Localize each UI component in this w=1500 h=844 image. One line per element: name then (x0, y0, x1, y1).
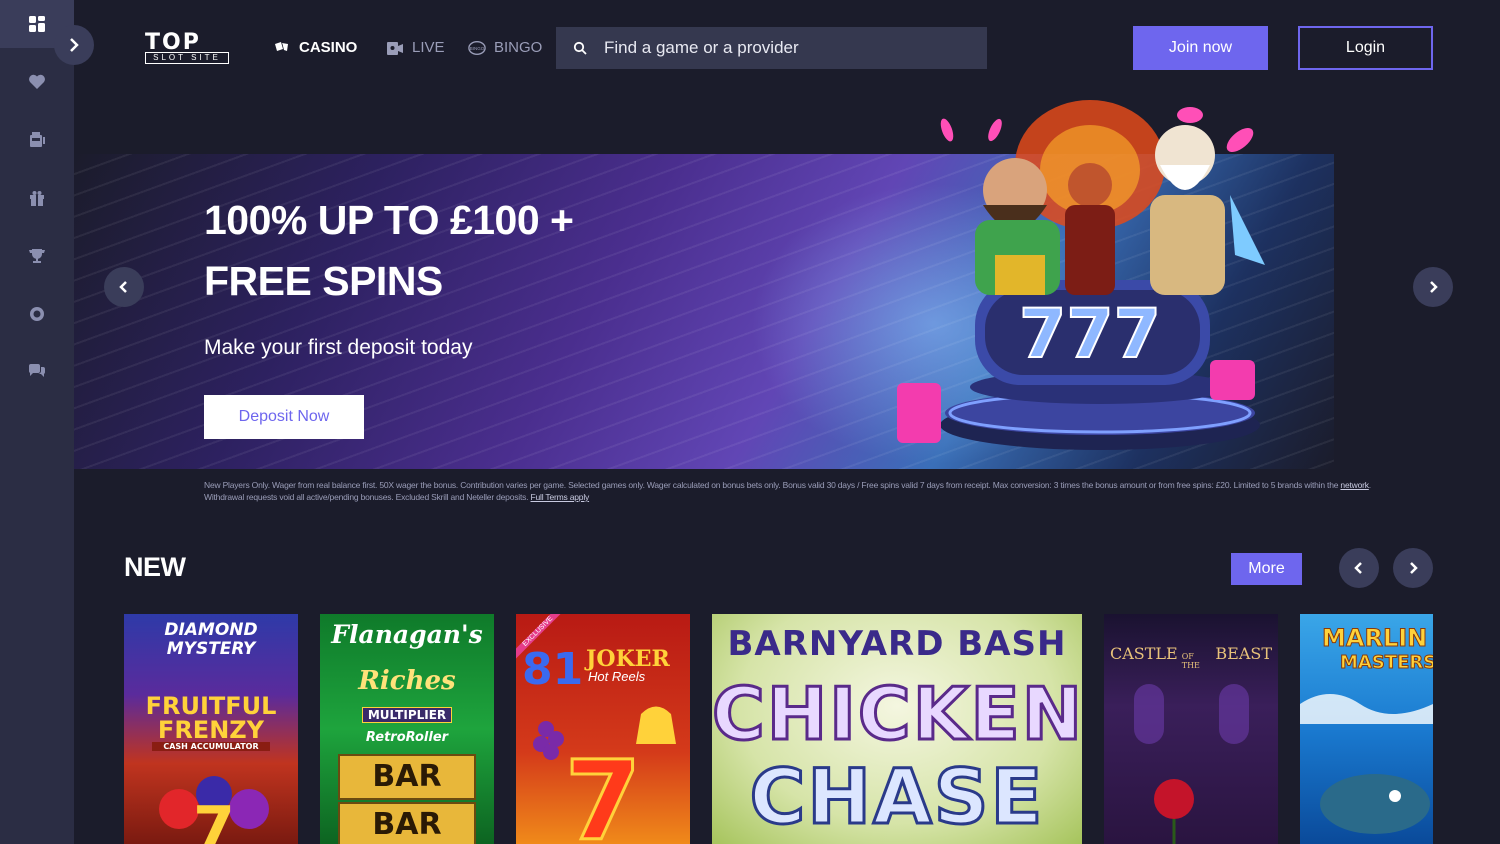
game-tile-castle-of-the-beast[interactable]: CASTLE OF THE BEAST (1104, 614, 1278, 844)
new-next-button[interactable] (1393, 548, 1433, 588)
grid-icon (29, 16, 45, 32)
chevron-left-icon (119, 281, 127, 293)
marlin-icon (1300, 694, 1433, 834)
chat-icon (28, 364, 46, 377)
game-title-line2: OF THE (1181, 652, 1200, 670)
search-icon (573, 41, 587, 55)
game-title-line3: CHASE (748, 751, 1045, 843)
nav-bingo-label: BINGO (494, 39, 543, 56)
game-title-line2: MYSTERY (166, 639, 256, 659)
sidebar-item-promotions[interactable] (0, 174, 74, 222)
nav-casino[interactable]: CASINO (273, 39, 357, 56)
join-now-button[interactable]: Join now (1133, 26, 1268, 70)
nav-live-label: LIVE (412, 39, 445, 56)
game-tile-81-joker-hot-reels[interactable]: EXCLUSIVE 81 JOKER Hot Reels 7 (516, 614, 690, 844)
svg-text:BINGO: BINGO (470, 45, 485, 50)
chevron-right-icon (1410, 562, 1418, 574)
game-title-line2: MASTERS (1340, 652, 1434, 674)
game-title-line1: 81 (522, 644, 584, 695)
svg-text:777: 777 (1019, 295, 1161, 374)
sidebar (0, 0, 74, 844)
new-prev-button[interactable] (1339, 548, 1379, 588)
slot-symbols-icon: 7 (533, 706, 676, 844)
game-title-line3: MULTIPLIER (362, 707, 452, 723)
game-title-line4: RetroRoller (365, 730, 449, 745)
sidebar-item-chat[interactable] (0, 348, 74, 396)
svg-text:7: 7 (565, 737, 642, 844)
chevron-right-icon (1430, 281, 1438, 293)
svg-text:7: 7 (193, 794, 235, 844)
more-button[interactable]: More (1231, 553, 1302, 585)
terms-text: New Players Only. Wager from real balanc… (204, 479, 1384, 503)
game-title-line5: BAR (338, 754, 476, 800)
logo-top-text: TOP (145, 30, 201, 55)
fruit-icon: 7 (159, 776, 269, 844)
cards-icon (275, 41, 288, 51)
game-title-line1: MARLIN (1322, 624, 1428, 653)
sidebar-item-favourites[interactable] (0, 58, 74, 106)
game-title-line1: CASTLE (1110, 644, 1178, 663)
terms-network-link[interactable]: network (1340, 480, 1369, 490)
rose-icon (1134, 684, 1249, 844)
game-title-line6: BAR (338, 802, 476, 844)
login-button[interactable]: Login (1298, 26, 1433, 70)
game-title-line3: Hot Reels (588, 669, 646, 684)
heart-icon (29, 74, 45, 89)
banner-illustration: 777 (897, 100, 1265, 450)
banner-next-button[interactable] (1413, 267, 1453, 307)
terms-part1: New Players Only. Wager from real balanc… (204, 480, 1339, 490)
sidebar-expand-button[interactable] (54, 25, 94, 65)
bingo-ball-icon: BINGO (468, 40, 486, 55)
full-terms-link[interactable]: Full Terms apply (531, 492, 590, 502)
search-input[interactable] (602, 37, 966, 59)
site-logo[interactable]: TOP SLOT SITE (145, 32, 229, 64)
game-tile-diamond-mystery[interactable]: DIAMOND MYSTERY FRUITFUL FRENZY CASH ACC… (124, 614, 298, 844)
logo-bottom-text: SLOT SITE (145, 52, 229, 64)
gift-icon (30, 191, 44, 206)
game-tile-marlin-masters[interactable]: MARLIN MASTERS (1300, 614, 1433, 844)
game-tile-flanagans-riches[interactable]: Flanagan's Riches MULTIPLIER RetroRoller… (320, 614, 494, 844)
game-title-line1: BARNYARD BASH (727, 624, 1067, 664)
lifebuoy-icon (30, 307, 44, 321)
trophy-icon (29, 249, 45, 263)
banner-subtitle: Make your first deposit today (204, 336, 473, 359)
new-section-title: NEW (124, 552, 186, 582)
sidebar-item-support[interactable] (0, 290, 74, 338)
banner-prev-button[interactable] (104, 267, 144, 307)
nav-casino-label: CASINO (299, 39, 358, 56)
live-dealer-icon (387, 41, 403, 55)
game-title-line2: CHICKEN (712, 671, 1082, 758)
banner-title: 100% UP TO £100 + FREE SPINS (204, 190, 574, 312)
deposit-now-button[interactable]: Deposit Now (204, 395, 364, 439)
game-title-line2: Riches (358, 666, 456, 696)
game-title-line5: CASH ACCUMULATOR (152, 742, 270, 751)
game-title-line3: BEAST (1215, 644, 1272, 663)
game-title-line1: DIAMOND (164, 620, 258, 640)
game-title-line4: FRENZY (157, 716, 265, 744)
search-bar (556, 27, 987, 69)
game-title-line1: Flanagan's (331, 620, 483, 649)
chevron-right-icon (70, 38, 79, 52)
game-title: CASTLE OF THE BEAST (1110, 644, 1272, 670)
nav-bingo[interactable]: BINGO BINGO (468, 39, 542, 56)
sidebar-item-tournaments[interactable] (0, 232, 74, 280)
sidebar-item-slots[interactable] (0, 116, 74, 164)
game-tile-barnyard-bash-chicken-chase[interactable]: BARNYARD BASH CHICKEN CHASE (712, 614, 1082, 844)
chevron-left-icon (1354, 562, 1362, 574)
banner-title-line2: FREE SPINS (204, 258, 443, 304)
slot-machine-icon (30, 132, 45, 147)
nav-live[interactable]: LIVE (386, 39, 445, 56)
banner-title-line1: 100% UP TO £100 + (204, 197, 574, 243)
